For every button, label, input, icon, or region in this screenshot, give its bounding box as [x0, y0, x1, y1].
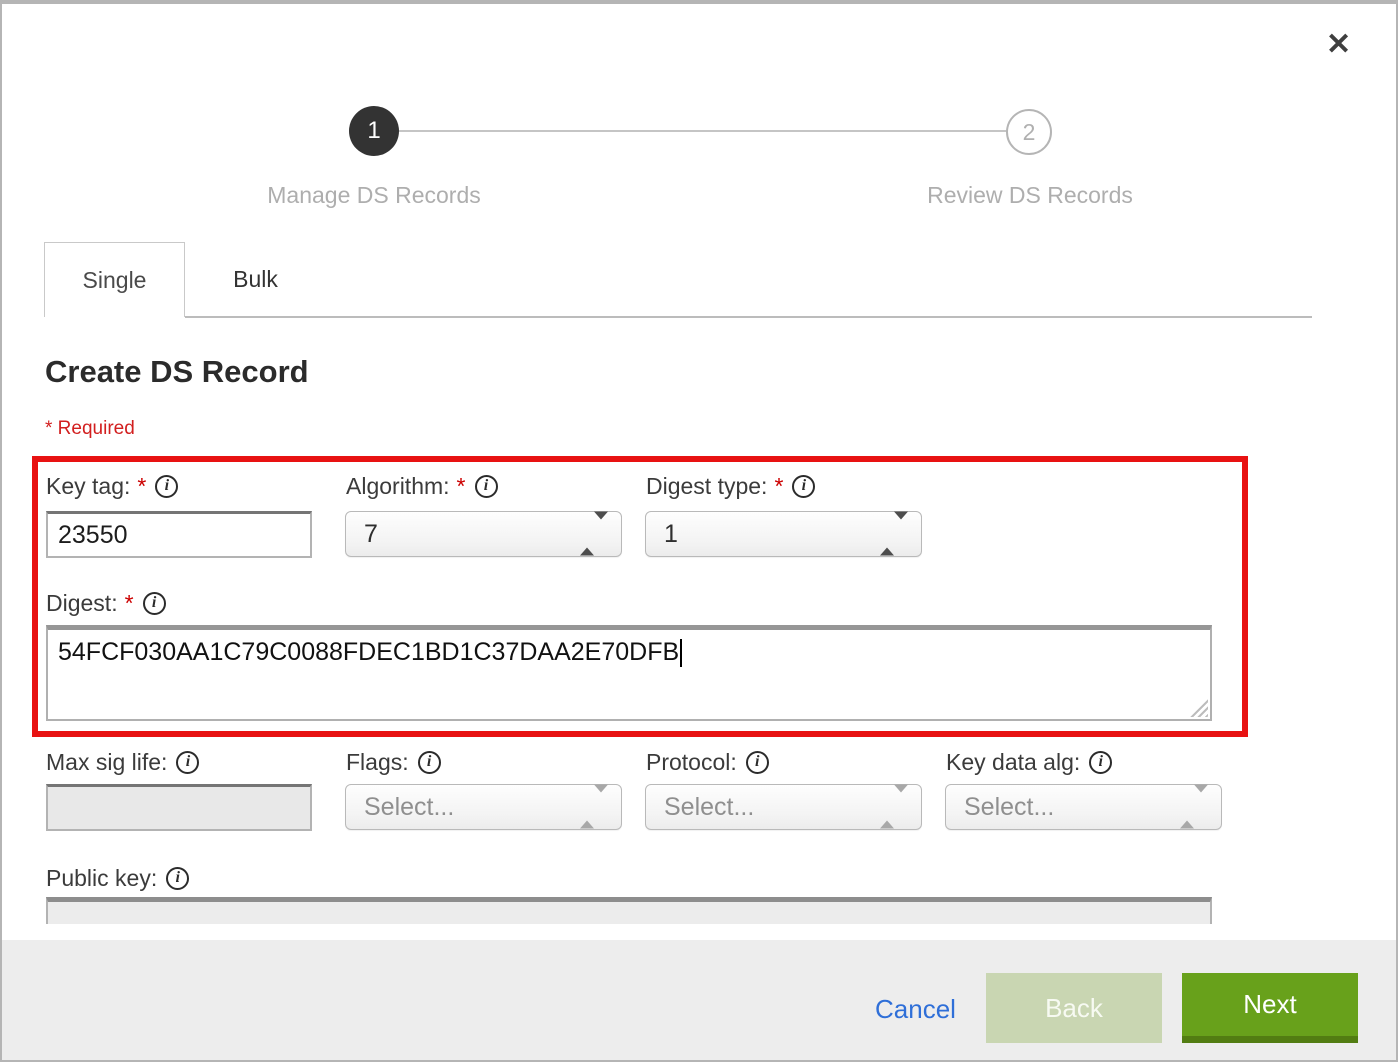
- close-icon[interactable]: ✕: [1326, 30, 1351, 60]
- text-caret: [680, 639, 682, 667]
- select-arrows-icon: [580, 793, 608, 822]
- info-icon[interactable]: i: [746, 751, 769, 774]
- digest-type-select[interactable]: 1: [645, 511, 922, 557]
- digest-textarea[interactable]: 54FCF030AA1C79C0088FDEC1BD1C37DAA2E70DFB: [46, 625, 1212, 721]
- required-asterisk: *: [457, 473, 466, 500]
- step-2-circle: 2: [1006, 109, 1052, 155]
- key-data-alg-select[interactable]: Select...: [945, 784, 1222, 830]
- digest-type-select-value: 1: [664, 520, 678, 549]
- max-sig-life-label: Max sig life: i: [46, 746, 199, 778]
- required-asterisk: *: [774, 473, 783, 500]
- back-button[interactable]: Back: [986, 973, 1162, 1043]
- stepper-connector: [398, 130, 1008, 132]
- key-tag-label: Key tag: * i: [46, 470, 178, 502]
- info-icon[interactable]: i: [475, 475, 498, 498]
- key-tag-input[interactable]: [46, 511, 312, 558]
- tab-single[interactable]: Single: [44, 242, 185, 317]
- required-asterisk: *: [125, 590, 134, 617]
- max-sig-life-label-text: Max sig life:: [46, 749, 167, 776]
- algorithm-select-value: 7: [364, 520, 378, 549]
- info-icon[interactable]: i: [418, 751, 441, 774]
- page-title: Create DS Record: [45, 354, 309, 390]
- algorithm-select[interactable]: 7: [345, 511, 622, 557]
- info-icon[interactable]: i: [792, 475, 815, 498]
- key-data-alg-select-value: Select...: [964, 793, 1054, 822]
- create-ds-record-modal: ✕ 1 2 Manage DS Records Review DS Record…: [0, 0, 1398, 1062]
- public-key-label: Public key: i: [46, 862, 189, 894]
- cancel-button[interactable]: Cancel: [875, 994, 956, 1025]
- digest-type-label: Digest type: * i: [646, 470, 815, 502]
- algorithm-label-text: Algorithm:: [346, 473, 450, 500]
- key-data-alg-label: Key data alg: i: [946, 746, 1112, 778]
- flags-label: Flags: i: [346, 746, 441, 778]
- required-note: * Required: [45, 418, 135, 440]
- next-button[interactable]: Next: [1182, 973, 1358, 1043]
- digest-value: 54FCF030AA1C79C0088FDEC1BD1C37DAA2E70DFB: [58, 638, 679, 666]
- algorithm-label: Algorithm: * i: [346, 470, 498, 502]
- digest-label: Digest: * i: [46, 587, 166, 619]
- flags-select-value: Select...: [364, 793, 454, 822]
- protocol-label: Protocol: i: [646, 746, 769, 778]
- public-key-textarea[interactable]: [46, 897, 1212, 924]
- select-arrows-icon: [1180, 793, 1208, 822]
- step-2-label: Review DS Records: [870, 182, 1190, 209]
- key-data-alg-label-text: Key data alg:: [946, 749, 1080, 776]
- select-arrows-icon: [580, 520, 608, 549]
- info-icon[interactable]: i: [166, 867, 189, 890]
- protocol-select-value: Select...: [664, 793, 754, 822]
- flags-select[interactable]: Select...: [345, 784, 622, 830]
- protocol-select[interactable]: Select...: [645, 784, 922, 830]
- protocol-label-text: Protocol:: [646, 749, 737, 776]
- tab-bulk[interactable]: Bulk: [185, 242, 326, 317]
- flags-label-text: Flags:: [346, 749, 409, 776]
- public-key-label-text: Public key:: [46, 865, 157, 892]
- step-1-label: Manage DS Records: [214, 182, 534, 209]
- select-arrows-icon: [880, 793, 908, 822]
- required-asterisk: *: [137, 473, 146, 500]
- digest-type-label-text: Digest type:: [646, 473, 767, 500]
- resize-handle-icon[interactable]: [1190, 699, 1208, 717]
- info-icon[interactable]: i: [1089, 751, 1112, 774]
- tab-divider: [185, 316, 1312, 318]
- max-sig-life-input[interactable]: [46, 784, 312, 831]
- digest-label-text: Digest:: [46, 590, 118, 617]
- select-arrows-icon: [880, 520, 908, 549]
- key-tag-label-text: Key tag:: [46, 473, 130, 500]
- info-icon[interactable]: i: [176, 751, 199, 774]
- info-icon[interactable]: i: [143, 592, 166, 615]
- step-1-circle: 1: [349, 106, 399, 156]
- info-icon[interactable]: i: [155, 475, 178, 498]
